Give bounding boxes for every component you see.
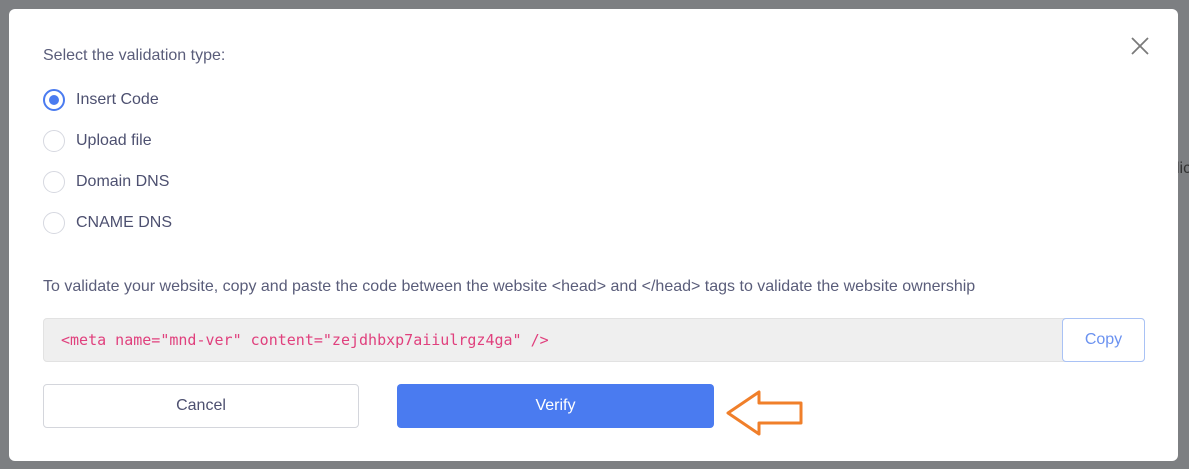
radio-button[interactable]	[43, 171, 65, 193]
radio-label: CNAME DNS	[76, 214, 173, 231]
radio-label: Domain DNS	[76, 173, 170, 190]
validation-dialog: Select the validation type: Insert Code …	[9, 9, 1178, 461]
radio-upload-file[interactable]: Upload file	[43, 130, 152, 152]
arrow-left-outline-icon	[726, 390, 803, 436]
radio-button[interactable]	[43, 212, 65, 234]
radio-insert-code[interactable]: Insert Code	[43, 89, 159, 111]
radio-label: Insert Code	[76, 91, 159, 108]
radio-cname-dns[interactable]: CNAME DNS	[43, 212, 172, 234]
cancel-button[interactable]: Cancel	[43, 384, 359, 428]
radio-label: Upload file	[76, 132, 152, 149]
instruction-text: To validate your website, copy and paste…	[43, 278, 976, 295]
copy-button[interactable]: Copy	[1062, 318, 1145, 362]
close-icon[interactable]	[1129, 35, 1151, 57]
code-snippet-box: <meta name="mnd-ver" content="zejdhbxp7a…	[43, 318, 1145, 362]
verify-button[interactable]: Verify	[397, 384, 714, 428]
radio-domain-dns[interactable]: Domain DNS	[43, 171, 169, 193]
radio-button[interactable]	[43, 89, 65, 111]
code-snippet[interactable]: <meta name="mnd-ver" content="zejdhbxp7a…	[61, 331, 1062, 349]
validation-type-heading: Select the validation type:	[43, 47, 226, 64]
radio-button[interactable]	[43, 130, 65, 152]
